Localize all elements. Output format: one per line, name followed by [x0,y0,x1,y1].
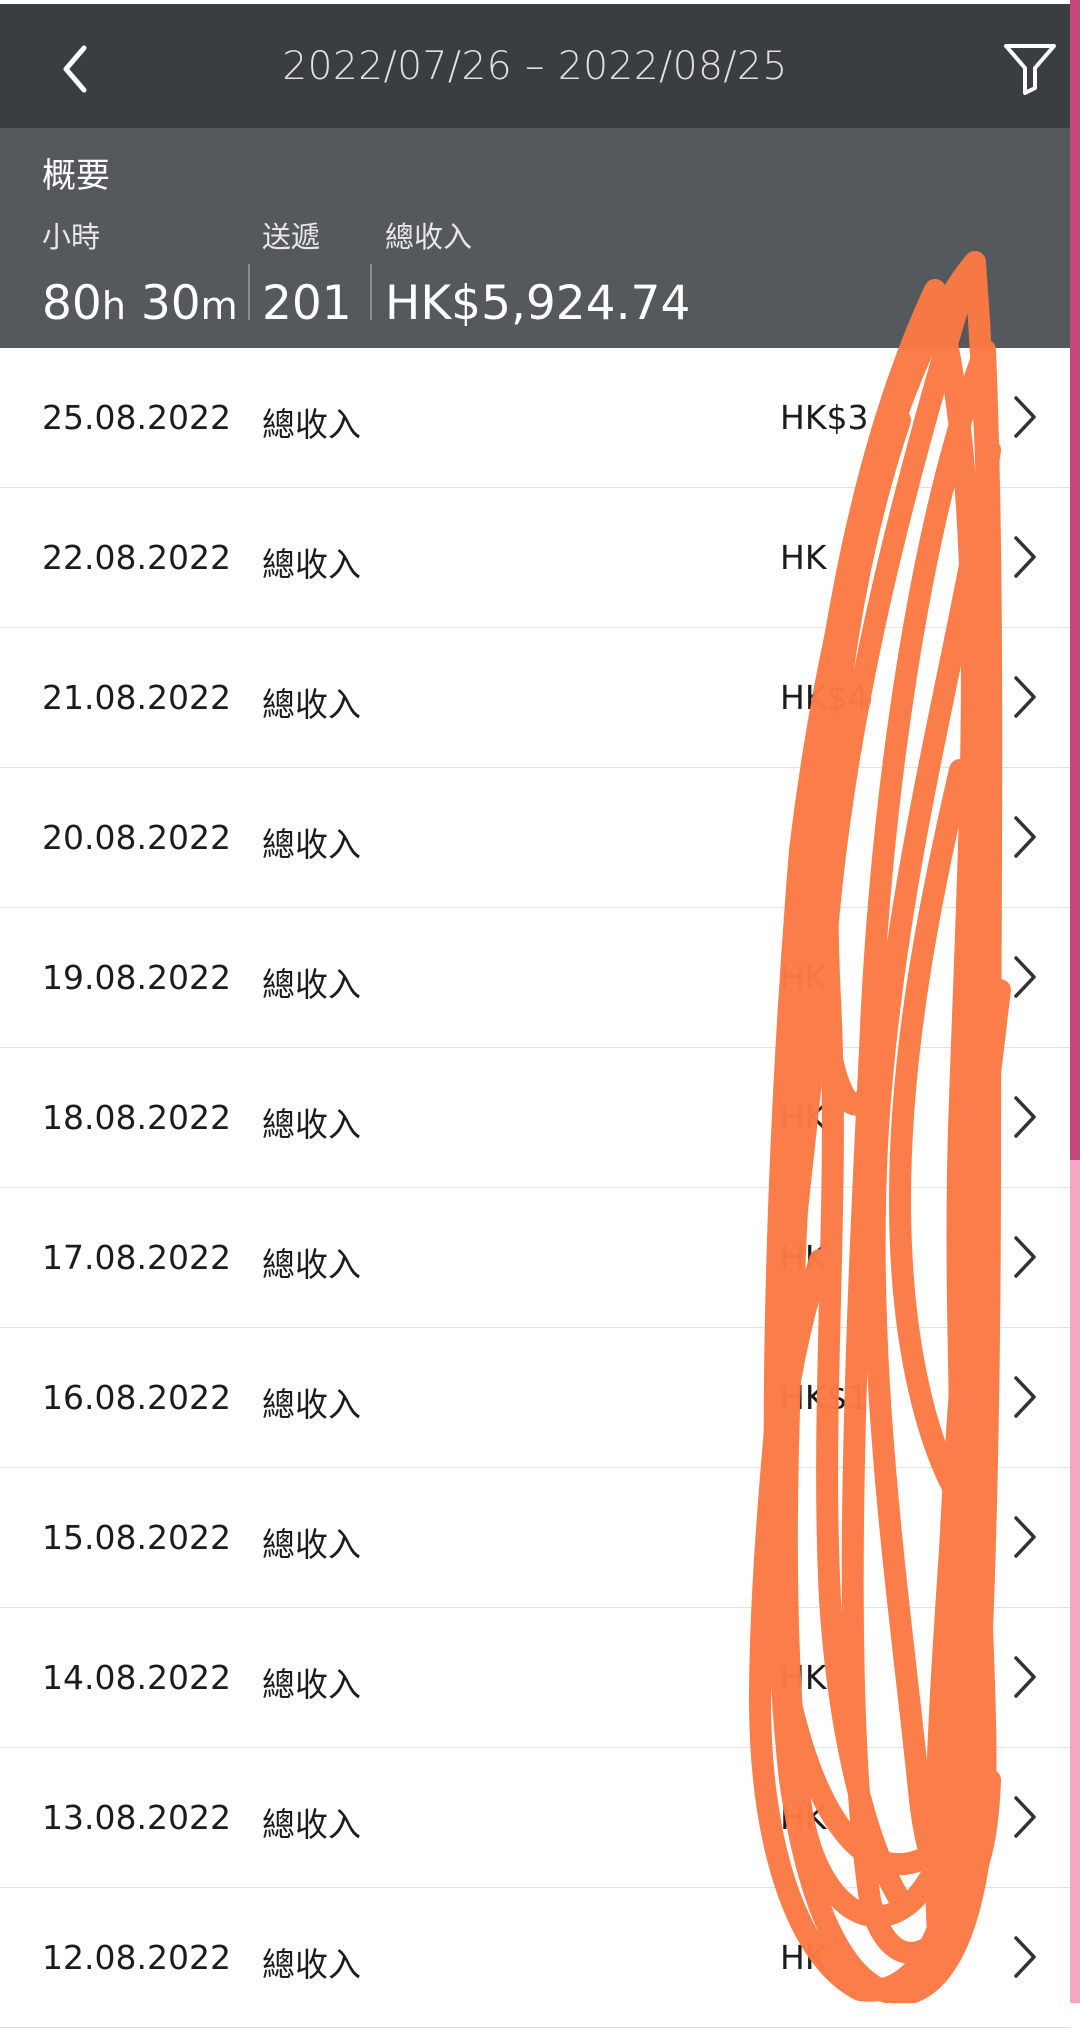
row-label: 總收入 [262,405,361,444]
chevron-right-icon [1014,676,1036,718]
row-label: 總收入 [262,1105,361,1144]
row-date: 19.08.2022 [42,958,231,997]
row-date: 22.08.2022 [42,538,231,577]
row-label: 總收入 [262,965,361,1004]
chevron-right-icon [1014,1236,1036,1278]
row-label: 總收入 [262,1245,361,1284]
list-item[interactable]: 12.08.2022 總收入 HK [0,1888,1070,2028]
row-date: 25.08.2022 [42,398,231,437]
row-date: 16.08.2022 [42,1378,231,1417]
chevron-right-icon [1014,1376,1036,1418]
row-date: 14.08.2022 [42,1658,231,1697]
chevron-right-icon [1014,1796,1036,1838]
date-range-title[interactable]: 2022/07/26 – 2022/08/25 [200,44,870,89]
chevron-right-icon [1014,1936,1036,1978]
list-item[interactable]: 16.08.2022 總收入 HK$1 [0,1328,1070,1468]
income-value: HK$5,924.74 [385,276,691,331]
filter-icon[interactable] [1000,38,1060,98]
summary-title: 概要 [42,156,110,196]
row-amount: HK$3 [780,398,869,437]
row-label: 總收入 [262,685,361,724]
list-item[interactable]: 22.08.2022 總收入 HK [0,488,1070,628]
top-app-bar: 2022/07/26 – 2022/08/25 [0,0,1070,128]
row-date: 20.08.2022 [42,818,231,857]
back-arrow-icon[interactable] [48,34,108,104]
stat-divider [248,264,250,320]
chevron-right-icon [1014,816,1036,858]
row-label: 總收入 [262,825,361,864]
row-date: 15.08.2022 [42,1518,231,1557]
row-date: 12.08.2022 [42,1938,231,1977]
stat-divider [370,264,372,320]
row-label: 總收入 [262,1525,361,1564]
hours-stat: 小時 80h 30m [42,214,238,331]
chevron-right-icon [1014,1516,1036,1558]
row-amount: HK [780,1798,827,1837]
list-item[interactable]: 14.08.2022 總收入 HK [0,1608,1070,1748]
row-label: 總收入 [262,1665,361,1704]
row-amount: HK [780,1938,827,1977]
chevron-right-icon [1014,536,1036,578]
row-date: 18.08.2022 [42,1098,231,1137]
hours-value: 80h 30m [42,276,238,331]
list-item[interactable]: 20.08.2022 總收入 [0,768,1070,908]
list-item[interactable]: 13.08.2022 總收入 HK [0,1748,1070,1888]
list-item[interactable]: 19.08.2022 總收入 HK [0,908,1070,1048]
list-item[interactable]: 18.08.2022 總收入 HK [0,1048,1070,1188]
row-label: 總收入 [262,545,361,584]
row-date: 17.08.2022 [42,1238,231,1277]
row-amount: HK$1 [780,1378,869,1417]
scrollbar-thumb[interactable] [1070,0,1080,1160]
income-label: 總收入 [385,220,473,254]
row-amount: HK [780,958,827,997]
list-item[interactable]: 17.08.2022 總收入 HK [0,1188,1070,1328]
deliveries-label: 送遞 [262,220,321,254]
row-date: 13.08.2022 [42,1798,231,1837]
row-amount: HK [780,538,827,577]
deliveries-stat: 送遞 201 [262,214,352,331]
row-date: 21.08.2022 [42,678,231,717]
chevron-right-icon [1014,396,1036,438]
list-item[interactable]: 15.08.2022 總收入 [0,1468,1070,1608]
income-stat: 總收入 HK$5,924.74 [385,214,690,331]
summary-panel: 概要 小時 80h 30m 送遞 201 總收入 HK$5,924.74 [0,128,1070,348]
list-item[interactable]: 21.08.2022 總收入 HK$4 [0,628,1070,768]
deliveries-value: 201 [262,276,352,331]
row-label: 總收入 [262,1805,361,1844]
row-amount: HK [780,1098,827,1137]
row-amount: HK$4 [780,678,869,717]
hours-label: 小時 [42,220,101,254]
row-label: 總收入 [262,1945,361,1984]
chevron-right-icon [1014,1096,1036,1138]
row-amount: HK [780,1658,827,1697]
row-amount: HK [780,1238,827,1277]
earnings-list: 25.08.2022 總收入 HK$3 22.08.2022 總收入 HK 21.08.20… [0,348,1070,2028]
chevron-right-icon [1014,956,1036,998]
chevron-right-icon [1014,1656,1036,1698]
row-label: 總收入 [262,1385,361,1424]
list-item[interactable]: 25.08.2022 總收入 HK$3 [0,348,1070,488]
